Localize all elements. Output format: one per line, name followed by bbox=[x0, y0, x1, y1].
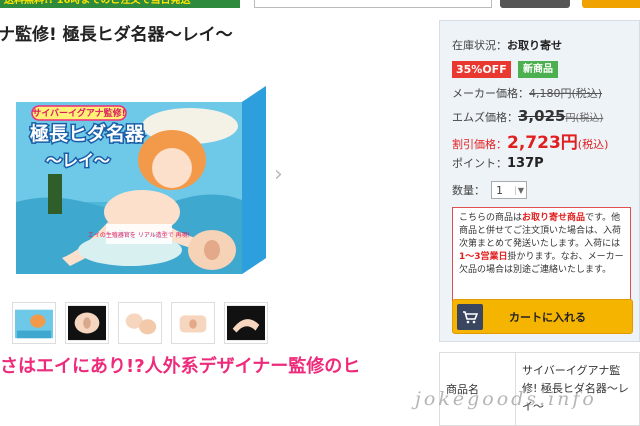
backorder-notice: こちらの商品はお取り寄せ商品です。他商品と併せてご注文頂いた場合は、入荷次第まと… bbox=[452, 207, 631, 303]
maker-price: 4,180円(税込) bbox=[529, 87, 603, 100]
notice-highlight-1: お取り寄せ商品 bbox=[522, 213, 586, 223]
new-badge: 新商品 bbox=[518, 61, 558, 78]
notice-text-1: こちらの商品は bbox=[459, 213, 523, 223]
main-product-image[interactable]: サイバーイグアナ監修! 極長ヒダ名器 〜レイ〜 エイの生殖器官を リアル造型で … bbox=[12, 82, 270, 278]
points-row: ポイント：137P bbox=[452, 155, 544, 171]
thumbnail-1[interactable] bbox=[12, 302, 56, 344]
add-to-cart-button[interactable]: カートに入れる bbox=[452, 299, 633, 334]
cart-icon bbox=[457, 303, 483, 330]
box-banner-text: サイバーイグアナ監修! bbox=[32, 107, 126, 119]
next-image-arrow[interactable]: › bbox=[274, 164, 290, 186]
quantity-value: 1 bbox=[496, 183, 503, 197]
top-banner[interactable]: 送料無料!! 16時までのご注文で当日発送 bbox=[0, 0, 240, 8]
search-button[interactable] bbox=[500, 0, 570, 8]
sale-price: 2,723円 bbox=[507, 133, 578, 153]
stock-value: お取り寄せ bbox=[507, 39, 562, 52]
watermark-text: jokegoods.info bbox=[415, 388, 597, 410]
thumbnail-2[interactable] bbox=[65, 302, 109, 344]
add-to-cart-label: カートに入れる bbox=[509, 310, 586, 324]
sale-price-label: 割引価格： bbox=[452, 138, 507, 151]
product-title: ナ監修! 極長ヒダ名器〜レイ〜 bbox=[0, 25, 233, 45]
thumbnail-5[interactable] bbox=[224, 302, 268, 344]
quantity-select[interactable]: 1 ▼ bbox=[491, 181, 527, 199]
chevron-down-icon: ▼ bbox=[514, 185, 524, 195]
quantity-row: 数量： 1 ▼ bbox=[452, 181, 527, 199]
thumbnail-3[interactable] bbox=[118, 302, 162, 344]
points-label: ポイント： bbox=[452, 157, 507, 170]
emz-price: 3,025 bbox=[518, 107, 566, 125]
sale-price-tax: (税込) bbox=[577, 138, 609, 151]
box-rei-text: 〜レイ〜 bbox=[46, 151, 110, 170]
header-cart-button[interactable] bbox=[582, 0, 640, 8]
quantity-label: 数量： bbox=[452, 184, 485, 197]
discount-badge: 35%OFF bbox=[452, 61, 511, 78]
box-sub-text: エイの生殖器官を リアル造型で 再現! bbox=[88, 231, 190, 239]
notice-highlight-2: 1〜3営業日 bbox=[459, 252, 508, 262]
emz-price-suffix: 円(税込) bbox=[565, 113, 604, 124]
emz-price-row: エムズ価格：3,025円(税込) bbox=[452, 107, 603, 125]
maker-price-row: メーカー価格：4,180円(税込) bbox=[452, 85, 602, 101]
catchcopy-heading: さはエイにあり!?人外系デザイナー監修のヒ bbox=[0, 356, 361, 377]
sale-price-row: 割引価格：2,723円(税込) bbox=[452, 128, 608, 153]
search-input[interactable] bbox=[254, 0, 492, 8]
stock-label: 在庫状況： bbox=[452, 39, 507, 52]
purchase-panel: 在庫状況：お取り寄せ 35%OFF 新商品 メーカー価格：4,180円(税込) … bbox=[439, 20, 640, 342]
stock-status: 在庫状況：お取り寄せ bbox=[452, 37, 562, 53]
box-title-text: 極長ヒダ名器 bbox=[30, 122, 145, 145]
thumbnail-4[interactable] bbox=[171, 302, 215, 344]
points-value: 137P bbox=[507, 156, 544, 171]
emz-price-label: エムズ価格： bbox=[452, 111, 518, 124]
thumbnail-strip bbox=[12, 302, 268, 344]
maker-price-label: メーカー価格： bbox=[452, 87, 529, 100]
